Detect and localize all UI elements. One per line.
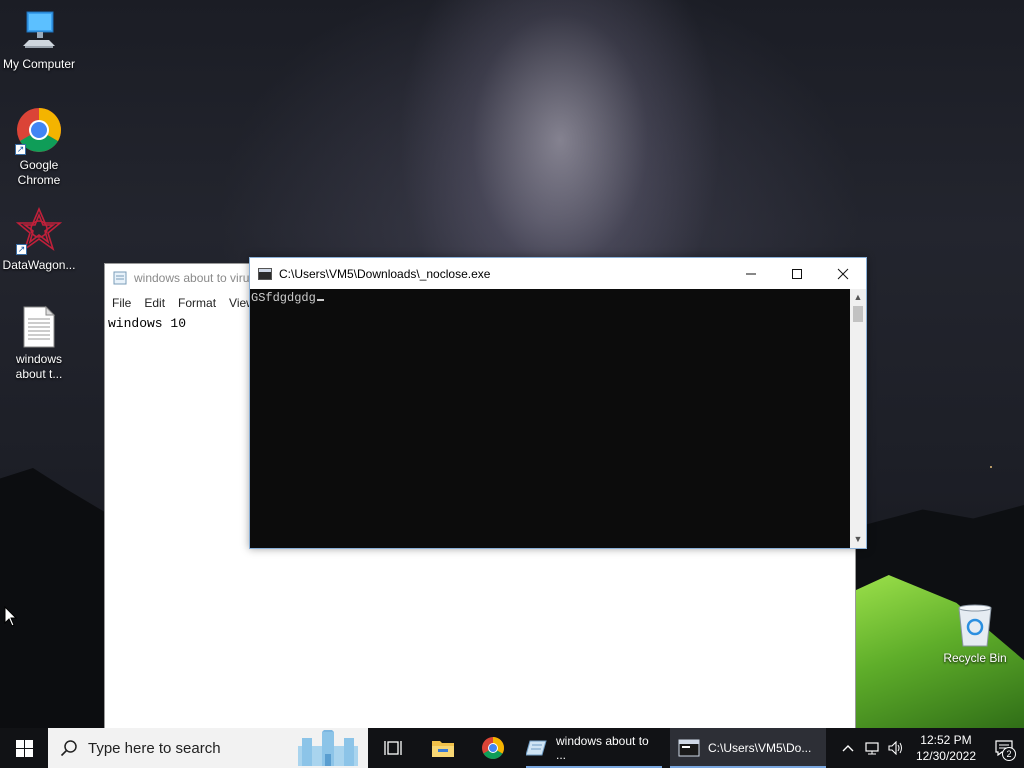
search-icon <box>60 740 77 757</box>
taskbar-clock[interactable]: 12:52 PM 12/30/2022 <box>908 732 984 764</box>
volume-icon[interactable] <box>884 728 908 768</box>
task-view-icon <box>384 741 402 755</box>
windows-logo-icon <box>15 739 33 757</box>
menu-file[interactable]: File <box>111 296 139 310</box>
search-highlight-castle-icon <box>298 730 358 766</box>
console-window[interactable]: C:\Users\VM5\Downloads\_noclose.exe GSfd… <box>249 257 867 549</box>
text-cursor <box>316 299 324 301</box>
action-center-button[interactable]: 2 <box>984 728 1024 768</box>
console-icon <box>678 739 700 757</box>
desktop-icon-google-chrome[interactable]: ↗ Google Chrome <box>1 105 77 188</box>
taskbar-search-box[interactable]: Type here to search <box>48 728 368 768</box>
taskbar-file-explorer[interactable] <box>418 728 468 768</box>
shortcut-arrow-icon: ↗ <box>15 144 26 155</box>
taskbar-app-label: C:\Users\VM5\Do... <box>708 741 812 755</box>
desktop-icon-label: Google Chrome <box>17 158 61 187</box>
text-file-icon <box>22 305 56 349</box>
recycle-bin-icon <box>955 602 995 648</box>
desktop-icon-label: windows about t... <box>15 352 63 381</box>
folder-icon <box>432 741 454 757</box>
taskbar-chrome[interactable] <box>468 728 518 768</box>
minimize-icon <box>746 273 756 274</box>
taskbar-app-console[interactable]: C:\Users\VM5\Do... <box>670 728 826 768</box>
notepad-title: windows about to virus <box>134 271 256 285</box>
console-title: C:\Users\VM5\Downloads\_noclose.exe <box>279 266 491 281</box>
console-output-text: GSfdgdgdg <box>251 291 316 305</box>
menu-format[interactable]: Format <box>177 296 224 310</box>
minimize-button[interactable] <box>728 258 774 289</box>
search-placeholder: Type here to search <box>88 739 221 757</box>
maximize-icon <box>792 268 802 279</box>
show-hidden-icons-chevron-icon[interactable] <box>836 728 860 768</box>
background-star <box>990 466 992 468</box>
taskbar-app-notepad[interactable]: windows about to ... <box>518 728 670 768</box>
scroll-thumb[interactable] <box>853 306 863 322</box>
desktop-icon-label: DataWagon... <box>2 258 76 272</box>
console-icon <box>258 267 272 280</box>
clock-date: 12/30/2022 <box>915 749 976 763</box>
maximize-button[interactable] <box>774 258 820 289</box>
console-scrollbar[interactable]: ▲ ▼ <box>850 289 866 548</box>
console-titlebar[interactable]: C:\Users\VM5\Downloads\_noclose.exe <box>250 258 866 289</box>
taskbar-app-label: windows about to ... <box>555 734 649 762</box>
start-button[interactable] <box>0 728 48 768</box>
datawagon-icon: ↗ <box>15 206 63 255</box>
desktop-icon-text-file[interactable]: windows about t... <box>1 305 77 382</box>
chrome-icon: ↗ <box>15 105 63 155</box>
scroll-down-icon[interactable]: ▼ <box>850 531 866 548</box>
scroll-up-icon[interactable]: ▲ <box>850 289 866 306</box>
task-view-button[interactable] <box>368 728 418 768</box>
shortcut-arrow-icon: ↗ <box>16 244 27 255</box>
close-button[interactable] <box>820 258 866 289</box>
system-tray: 12:52 PM 12/30/2022 2 <box>836 728 1024 768</box>
network-icon[interactable] <box>860 728 884 768</box>
notification-count-badge: 2 <box>1002 747 1016 761</box>
desktop-icon-my-computer[interactable]: My Computer <box>1 10 77 72</box>
desktop-icon-datawagon[interactable]: ↗ DataWagon... <box>1 206 77 273</box>
clock-time: 12:52 PM <box>920 733 972 747</box>
desktop-icon-label: Recycle Bin <box>943 651 1007 665</box>
background-mountain-left <box>0 468 110 730</box>
close-icon <box>837 268 849 279</box>
desktop-icon-label: My Computer <box>2 57 76 71</box>
chrome-icon <box>482 737 504 759</box>
taskbar: Type here to search windows about to ...… <box>0 728 1024 768</box>
computer-icon <box>19 10 59 54</box>
notepad-icon <box>113 271 127 285</box>
mouse-pointer-icon <box>4 606 18 627</box>
menu-edit[interactable]: Edit <box>143 296 173 310</box>
notepad-icon <box>526 740 547 756</box>
console-output[interactable]: GSfdgdgdg <box>250 289 850 548</box>
desktop-icon-recycle-bin[interactable]: Recycle Bin <box>937 602 1013 666</box>
